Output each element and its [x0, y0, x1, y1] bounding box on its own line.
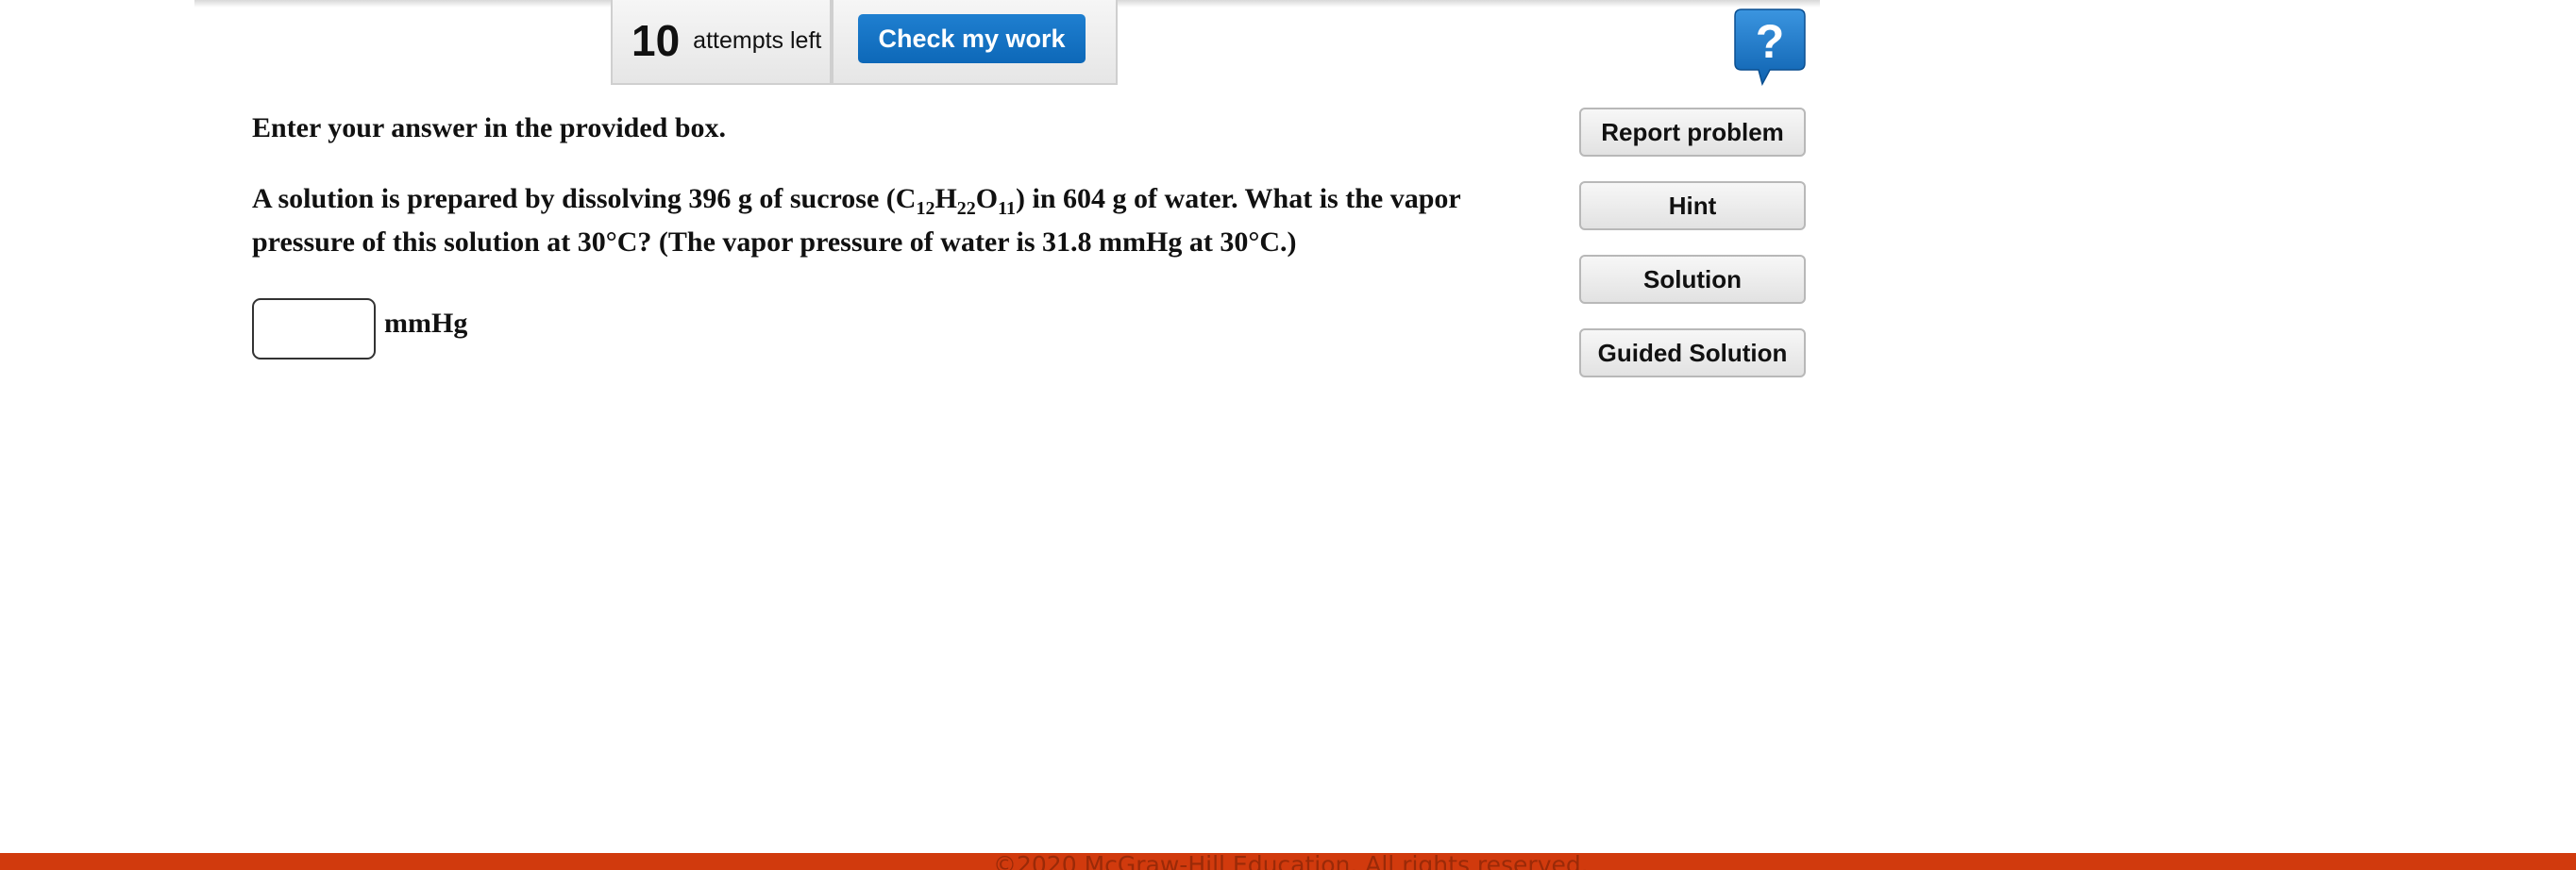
attempts-panel: 10 attempts left: [611, 0, 832, 85]
subscript-hydrogen: 22: [956, 198, 976, 219]
report-problem-button[interactable]: Report problem: [1579, 108, 1806, 157]
guided-solution-button[interactable]: Guided Solution: [1579, 328, 1806, 377]
footer-bar: ©2020 McGraw-Hill Education. All rights …: [0, 853, 2576, 870]
check-panel: Check my work: [832, 0, 1118, 85]
copyright-text: ©2020 McGraw-Hill Education. All rights …: [993, 853, 1589, 870]
hint-button[interactable]: Hint: [1579, 181, 1806, 230]
subscript-carbon: 12: [916, 198, 935, 219]
question-text-part: A solution is prepared by dissolving 396…: [252, 183, 917, 214]
instruction-text: Enter your answer in the provided box.: [252, 112, 727, 143]
check-my-work-button[interactable]: Check my work: [858, 14, 1086, 63]
question-text: A solution is prepared by dissolving 396…: [252, 177, 1507, 264]
answer-row: mmHg: [252, 298, 467, 360]
svg-text:?: ?: [1756, 15, 1785, 68]
question-bubble-icon[interactable]: ?: [1734, 8, 1806, 87]
question-text-part: O: [975, 183, 999, 214]
attempts-count: 10: [631, 16, 681, 65]
question-area: Enter your answer in the provided box. A…: [252, 106, 1507, 264]
unit-label: mmHg: [384, 308, 468, 339]
solution-button[interactable]: Solution: [1579, 255, 1806, 304]
subscript-oxygen: 11: [998, 198, 1017, 219]
attempts-label: attempts left: [693, 26, 822, 54]
question-text-part: H: [934, 183, 957, 214]
answer-input[interactable]: [252, 298, 376, 360]
